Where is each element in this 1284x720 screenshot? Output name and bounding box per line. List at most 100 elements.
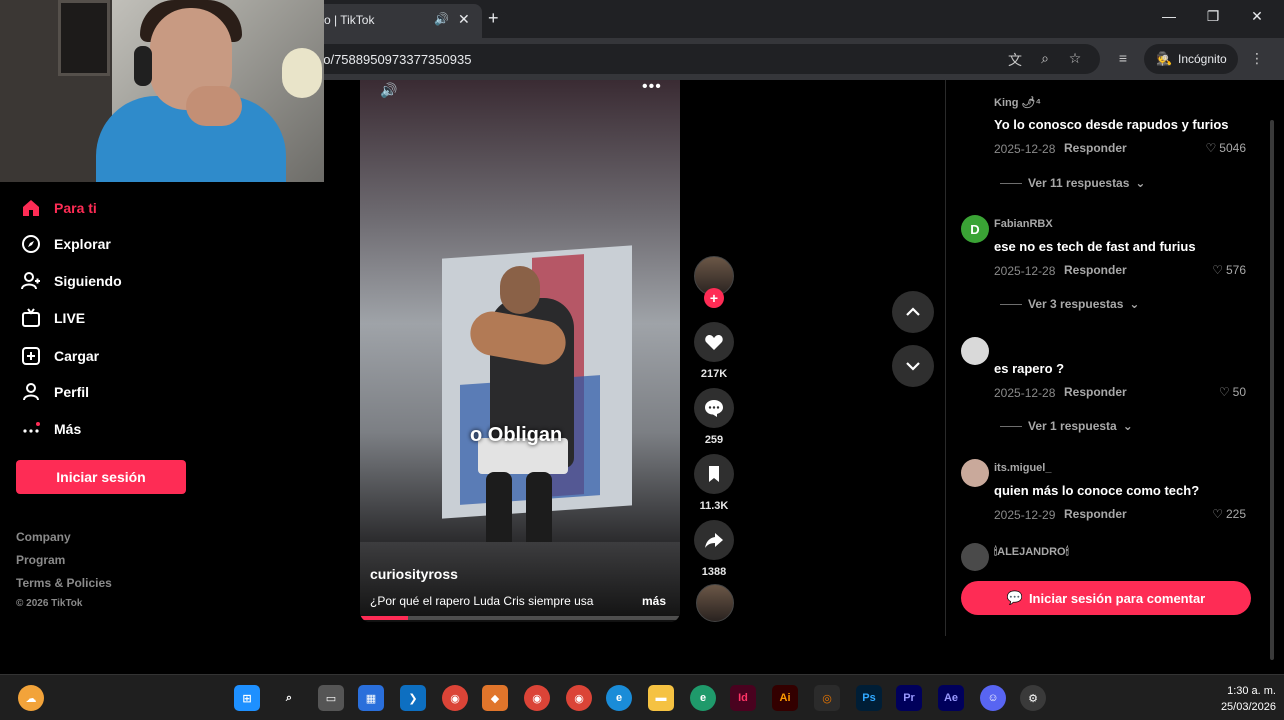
bookmark-star-icon[interactable]: ☆ (1066, 50, 1084, 68)
vscode-icon[interactable]: ❯ (400, 685, 426, 711)
follow-button[interactable]: + (704, 288, 724, 308)
app-icon[interactable]: ◆ (482, 685, 508, 711)
video-player[interactable]: 🔊 ••• o Obligan curiosityross ¿Por qué e… (360, 80, 680, 622)
view-replies-label: Ver 1 respuesta (1028, 419, 1117, 433)
sidebar-item-mas[interactable]: Más (20, 416, 81, 442)
blender-icon[interactable]: ◎ (814, 685, 840, 711)
address-bar[interactable]: eo/7588950973377350935 (300, 44, 1100, 74)
share-button[interactable] (694, 520, 734, 560)
system-clock[interactable]: 1:30 a. m. 25/03/2026 (1196, 683, 1276, 715)
close-window-button[interactable]: ✕ (1242, 8, 1272, 25)
comment-icon (705, 400, 723, 417)
video-progress-bar[interactable] (360, 616, 680, 620)
footer-link-program[interactable]: Program (16, 553, 65, 567)
comment-like-button[interactable]: ♡ 5046 (1206, 141, 1246, 155)
comment-username[interactable]: 🕯ALEJANDRO🕯 (994, 546, 1069, 559)
volume-icon[interactable]: 🔊 (380, 82, 397, 99)
after-effects-icon[interactable]: Ae (938, 685, 964, 711)
restore-button[interactable]: ❐ (1198, 8, 1228, 25)
performer (500, 266, 540, 314)
sidebar-item-live[interactable]: LIVE (20, 305, 85, 331)
avatar[interactable] (961, 543, 989, 571)
reply-button[interactable]: Responder (1064, 385, 1127, 399)
store-icon[interactable]: ▦ (358, 685, 384, 711)
sidebar-item-explorar[interactable]: Explorar (20, 231, 111, 257)
comment-like-count: 50 (1232, 385, 1246, 399)
sidebar-item-siguiendo[interactable]: Siguiendo (20, 268, 122, 294)
view-replies-button[interactable]: Ver 11 respuestas ⌄ (1000, 176, 1145, 190)
comment-bubble-icon: 💬 (1006, 590, 1023, 605)
profile-icon (20, 381, 42, 403)
previous-video-button[interactable] (892, 291, 934, 333)
save-count: 11.3K (699, 500, 729, 512)
compass-icon (20, 233, 42, 255)
following-icon (20, 270, 42, 292)
weather-icon[interactable]: ☁ (18, 685, 44, 711)
app-icon[interactable]: ⚙ (1020, 685, 1046, 711)
start-icon[interactable]: ⊞ (234, 685, 260, 711)
avatar[interactable] (961, 337, 989, 365)
search-icon[interactable]: ⌕ (276, 685, 302, 711)
translate-icon[interactable]: 文 (1006, 50, 1024, 68)
incognito-label: Incógnito (1178, 52, 1227, 66)
browser-menu-icon[interactable]: ⋮ (1248, 50, 1266, 68)
reading-list-icon[interactable]: ≡ (1114, 50, 1132, 68)
avatar[interactable]: D (961, 215, 989, 243)
speaker-icon[interactable]: 🔊 (434, 12, 449, 26)
comment-username[interactable]: its.miguel_ (994, 462, 1051, 474)
comment-like-button[interactable]: ♡ 225 (1212, 507, 1246, 521)
login-to-comment-button[interactable]: 💬 Iniciar sesión para comentar (961, 581, 1251, 615)
illustrator-icon[interactable]: Ai (772, 685, 798, 711)
chrome-icon[interactable]: ◉ (442, 685, 468, 711)
chrome-icon[interactable]: ◉ (566, 685, 592, 711)
save-button[interactable] (694, 454, 734, 494)
reply-button[interactable]: Responder (1064, 263, 1127, 277)
sidebar-item-cargar[interactable]: Cargar (20, 343, 99, 369)
indesign-icon[interactable]: Id (730, 685, 756, 711)
file-explorer-icon[interactable]: ▬ (648, 685, 674, 711)
sidebar-item-label: LIVE (54, 310, 86, 326)
view-replies-button[interactable]: Ver 3 respuestas ⌄ (1000, 297, 1139, 311)
performer (486, 472, 512, 552)
like-button[interactable] (694, 322, 734, 362)
minimize-button[interactable]: — (1154, 8, 1184, 24)
edge-icon[interactable]: e (606, 685, 632, 711)
scrollbar[interactable] (1270, 120, 1274, 660)
new-tab-button[interactable]: + (488, 8, 499, 29)
login-to-comment-label: Iniciar sesión para comentar (1028, 590, 1206, 606)
music-avatar[interactable] (696, 584, 734, 622)
photoshop-icon[interactable]: Ps (856, 685, 882, 711)
reply-button[interactable]: Responder (1064, 141, 1127, 155)
zoom-icon[interactable]: ⌕ (1036, 50, 1054, 68)
premiere-icon[interactable]: Pr (896, 685, 922, 711)
view-replies-button[interactable]: Ver 1 respuesta ⌄ (1000, 419, 1133, 433)
sidebar-item-para-ti[interactable]: Para ti (20, 195, 97, 221)
chrome-icon[interactable]: ◉ (524, 685, 550, 711)
edge-icon[interactable]: e (690, 685, 716, 711)
video-author[interactable]: curiosityross (370, 566, 458, 582)
comment-date: 2025-12-28 (994, 264, 1056, 278)
login-button[interactable]: Iniciar sesión (16, 460, 186, 494)
discord-icon[interactable]: ☺ (980, 685, 1006, 711)
sidebar-item-perfil[interactable]: Perfil (20, 379, 89, 405)
comment-username[interactable]: FabianRBX (994, 218, 1053, 230)
incognito-badge[interactable]: 🕵 Incógnito (1144, 44, 1238, 74)
reply-button[interactable]: Responder (1064, 507, 1127, 521)
comment-like-button[interactable]: ♡ 576 (1212, 263, 1246, 277)
video-menu-icon[interactable]: ••• (642, 80, 662, 96)
clock-time: 1:30 a. m. (1227, 685, 1276, 697)
avatar[interactable] (961, 90, 989, 118)
avatar[interactable] (961, 459, 989, 487)
browser-tab[interactable]: o | TikTok 🔊 ✕ (300, 4, 482, 38)
close-tab-icon[interactable]: ✕ (458, 11, 470, 28)
more-icon (20, 418, 42, 440)
comment-button[interactable] (694, 388, 734, 428)
task-view-icon[interactable]: ▭ (318, 685, 344, 711)
footer-link-terms[interactable]: Terms & Policies (16, 576, 112, 590)
home-icon (20, 197, 42, 219)
footer-link-company[interactable]: Company (16, 530, 71, 544)
next-video-button[interactable] (892, 345, 934, 387)
comment-username[interactable]: King 🌶⁴ (994, 96, 1041, 109)
more-link[interactable]: más (642, 594, 666, 608)
comment-like-button[interactable]: ♡ 50 (1219, 385, 1246, 399)
